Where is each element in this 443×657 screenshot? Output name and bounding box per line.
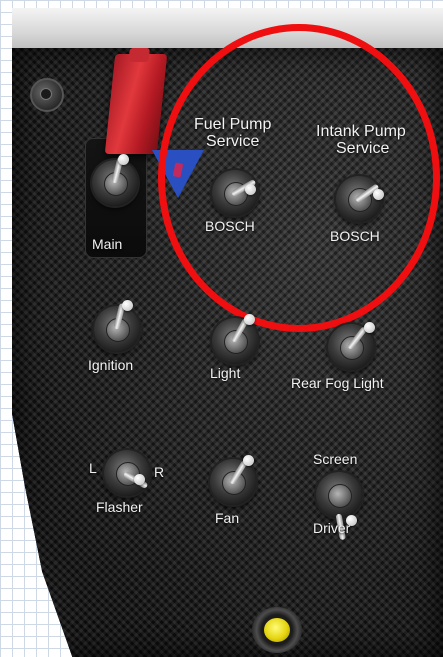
- yellow-push-button[interactable]: [252, 607, 302, 653]
- switch-nut-icon: [328, 484, 352, 508]
- flasher-switch[interactable]: [104, 450, 150, 496]
- screen-label: Screen: [313, 451, 358, 467]
- fan-label: Fan: [215, 510, 240, 526]
- rear-fog-light-switch[interactable]: [328, 322, 375, 370]
- rear-fog-light-label: Rear Fog Light: [291, 375, 384, 391]
- light-switch[interactable]: [212, 314, 258, 364]
- switch-tip: [122, 300, 133, 311]
- yellow-button-cap: [264, 618, 290, 642]
- switch-tip: [118, 154, 129, 165]
- highlight-ring: [158, 24, 440, 332]
- main-switch-safety-cover[interactable]: [104, 54, 168, 154]
- flasher-right-label: R: [154, 464, 165, 480]
- switch-tip: [364, 322, 375, 333]
- light-label: Light: [210, 365, 241, 381]
- ignition-switch[interactable]: [94, 300, 140, 352]
- switch-tip: [134, 474, 145, 485]
- flasher-label: Flasher: [96, 499, 143, 515]
- flasher-left-label: L: [89, 460, 97, 476]
- screw-icon: [30, 78, 64, 112]
- switch-tip: [243, 455, 254, 466]
- screen-driver-switch[interactable]: [316, 472, 362, 541]
- switch-tip: [244, 314, 255, 325]
- fan-switch[interactable]: [210, 455, 256, 505]
- main-toggle-switch[interactable]: [92, 154, 138, 206]
- ignition-label: Ignition: [88, 357, 134, 373]
- driver-label: Driver: [313, 520, 351, 536]
- main-label: Main: [92, 236, 123, 252]
